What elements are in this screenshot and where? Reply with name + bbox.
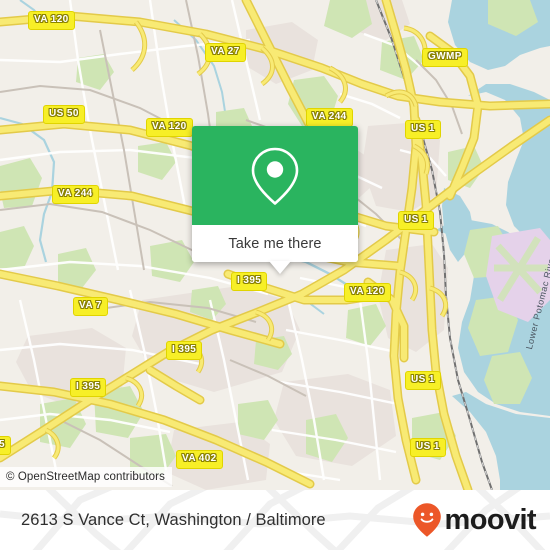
popup-pointer-tail (269, 261, 291, 274)
road-shield: 5 (0, 436, 11, 455)
destination-popup-card[interactable]: Take me there (192, 126, 358, 274)
road-shield: I 395 (231, 272, 268, 291)
road-shield: VA 7 (73, 297, 108, 316)
road-shield: US 50 (43, 105, 85, 124)
road-shield: US 1 (405, 371, 441, 390)
map-pin-icon (251, 147, 299, 205)
destination-address-title: 2613 S Vance Ct, Washington / Baltimore (21, 510, 326, 529)
road-shield: US 1 (405, 120, 441, 139)
road-shield: VA 120 (28, 11, 75, 30)
road-shield: VA 402 (176, 450, 223, 469)
road-shield: VA 120 (344, 283, 391, 302)
road-shield: US 1 (398, 211, 434, 230)
road-shield: I 395 (70, 378, 107, 397)
popup-marker-panel (192, 126, 358, 225)
take-me-there-button[interactable]: Take me there (192, 225, 358, 262)
map-canvas[interactable]: VA 120 VA 27 US 50 VA 120 VA 244 GWMP US 1 VA 2… (0, 0, 550, 490)
moovit-brand-logo[interactable]: moovit (412, 490, 537, 550)
road-shield: GWMP (422, 48, 468, 67)
openstreetmap-attribution[interactable]: © OpenStreetMap contributors (0, 467, 172, 487)
road-shield: VA 244 (306, 108, 353, 127)
road-shield: VA 244 (52, 185, 99, 204)
road-shield: VA 27 (205, 43, 246, 62)
footer-bar: 2613 S Vance Ct, Washington / Baltimore … (0, 490, 550, 550)
moovit-wordmark: moovit (444, 503, 537, 536)
road-shield: VA 120 (146, 118, 193, 137)
moovit-map-screen: VA 120 VA 27 US 50 VA 120 VA 244 GWMP US 1 VA 2… (0, 0, 550, 550)
road-shield: US 1 (410, 438, 446, 457)
moovit-smiley-pin-icon (412, 503, 441, 537)
road-shield: I 395 (166, 341, 203, 360)
